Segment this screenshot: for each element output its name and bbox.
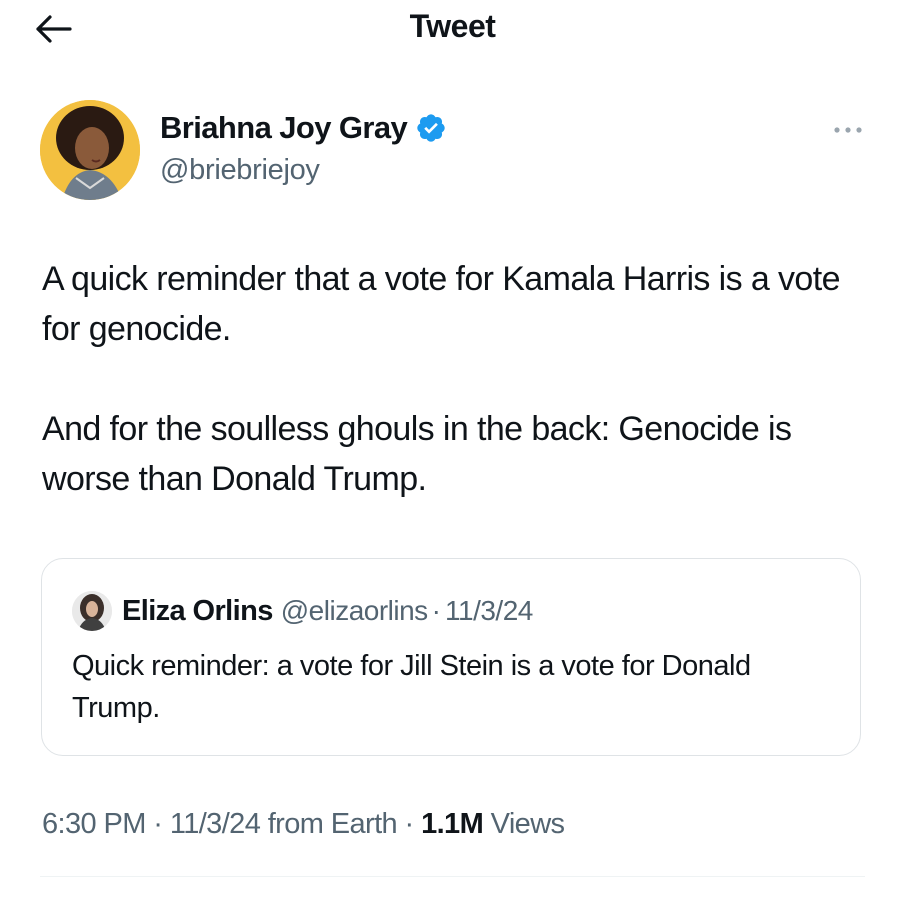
more-options-button[interactable] (830, 120, 866, 140)
author-name[interactable]: Briahna Joy Gray (160, 110, 408, 146)
avatar-image (40, 100, 140, 200)
quote-author-handle: @elizaorlins (280, 595, 428, 626)
views-count: 1.1M (421, 808, 484, 840)
more-horizontal-icon (834, 127, 862, 133)
verified-badge-icon (417, 114, 445, 142)
tweet-paragraph: A quick reminder that a vote for Kamala … (42, 260, 840, 348)
quote-avatar-image (72, 591, 112, 631)
quote-text: Quick reminder: a vote for Jill Stein is… (72, 650, 751, 724)
author-handle[interactable]: @briebriejoy (160, 154, 320, 187)
quote-avatar (72, 591, 112, 631)
tweet-time[interactable]: 6:30 PM (42, 808, 146, 840)
tweet-meta: 6:30 PM · 11/3/24 from Earth · 1.1M View… (42, 808, 565, 841)
tweet-date[interactable]: 11/3/24 (170, 808, 261, 840)
meta-separator: · (404, 808, 415, 840)
quote-header: Eliza Orlins @elizaorlins · 11/3/24 (72, 591, 533, 631)
tweet-paragraph: And for the soulless ghouls in the back:… (42, 410, 792, 498)
views-label: Views (490, 808, 565, 840)
quote-separator: · (431, 595, 441, 626)
avatar[interactable] (40, 100, 140, 200)
author-name-row: Briahna Joy Gray (160, 110, 447, 146)
tweet-author: Briahna Joy Gray @briebriejoy (40, 100, 870, 200)
quoted-tweet[interactable]: Eliza Orlins @elizaorlins · 11/3/24 Quic… (41, 558, 861, 756)
meta-separator: · (153, 808, 163, 840)
quote-author-name: Eliza Orlins (122, 594, 273, 627)
divider (40, 876, 865, 877)
page-title: Tweet (409, 8, 496, 44)
quote-date: 11/3/24 (445, 595, 533, 626)
top-bar: Tweet (0, 0, 905, 60)
tweet-text: A quick reminder that a vote for Kamala … (42, 254, 872, 504)
tweet-source: from Earth (267, 808, 398, 840)
